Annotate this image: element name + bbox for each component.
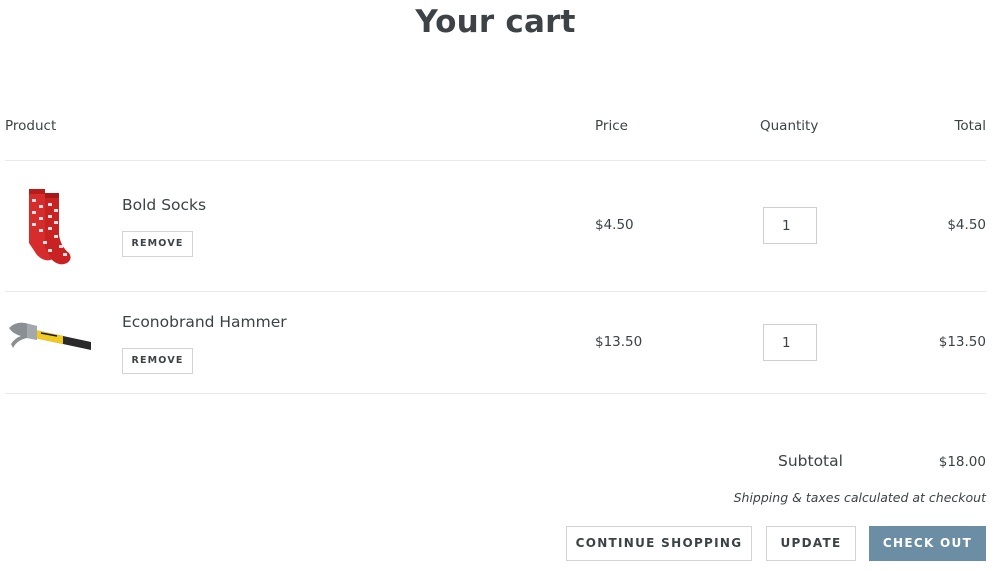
table-row: Econobrand Hammer REMOVE $13.50 $13.50 bbox=[5, 292, 986, 394]
remove-button[interactable]: REMOVE bbox=[122, 348, 193, 374]
header-quantity: Quantity bbox=[760, 118, 819, 134]
continue-shopping-button[interactable]: CONTINUE SHOPPING bbox=[566, 526, 752, 561]
item-total: $13.50 bbox=[938, 334, 986, 350]
header-total: Total bbox=[954, 118, 986, 134]
quantity-input[interactable] bbox=[763, 207, 817, 244]
subtotal-label: Subtotal bbox=[778, 452, 843, 470]
hammer-image bbox=[9, 322, 91, 350]
product-name-link[interactable]: Econobrand Hammer bbox=[122, 313, 287, 331]
header-price: Price bbox=[595, 118, 628, 134]
table-row: Bold Socks REMOVE $4.50 $4.50 bbox=[5, 161, 986, 292]
subtotal-value: $18.00 bbox=[938, 454, 986, 470]
red-socks-image bbox=[29, 189, 71, 265]
table-header: Product Price Quantity Total bbox=[5, 105, 986, 161]
item-total: $4.50 bbox=[947, 217, 986, 233]
item-price: $4.50 bbox=[595, 217, 634, 233]
checkout-button[interactable]: CHECK OUT bbox=[869, 526, 986, 561]
update-button[interactable]: UPDATE bbox=[766, 526, 856, 561]
cart-table: Product Price Quantity Total Bold Socks … bbox=[5, 105, 986, 394]
product-name-link[interactable]: Bold Socks bbox=[122, 196, 206, 214]
socks-thumbnail[interactable] bbox=[5, 183, 95, 269]
page-title: Your cart bbox=[415, 4, 576, 40]
quantity-input[interactable] bbox=[763, 324, 817, 361]
shipping-note: Shipping & taxes calculated at checkout bbox=[733, 490, 986, 505]
header-product: Product bbox=[5, 118, 57, 134]
item-price: $13.50 bbox=[595, 334, 643, 350]
remove-button[interactable]: REMOVE bbox=[122, 231, 193, 257]
hammer-thumbnail[interactable] bbox=[5, 318, 95, 358]
